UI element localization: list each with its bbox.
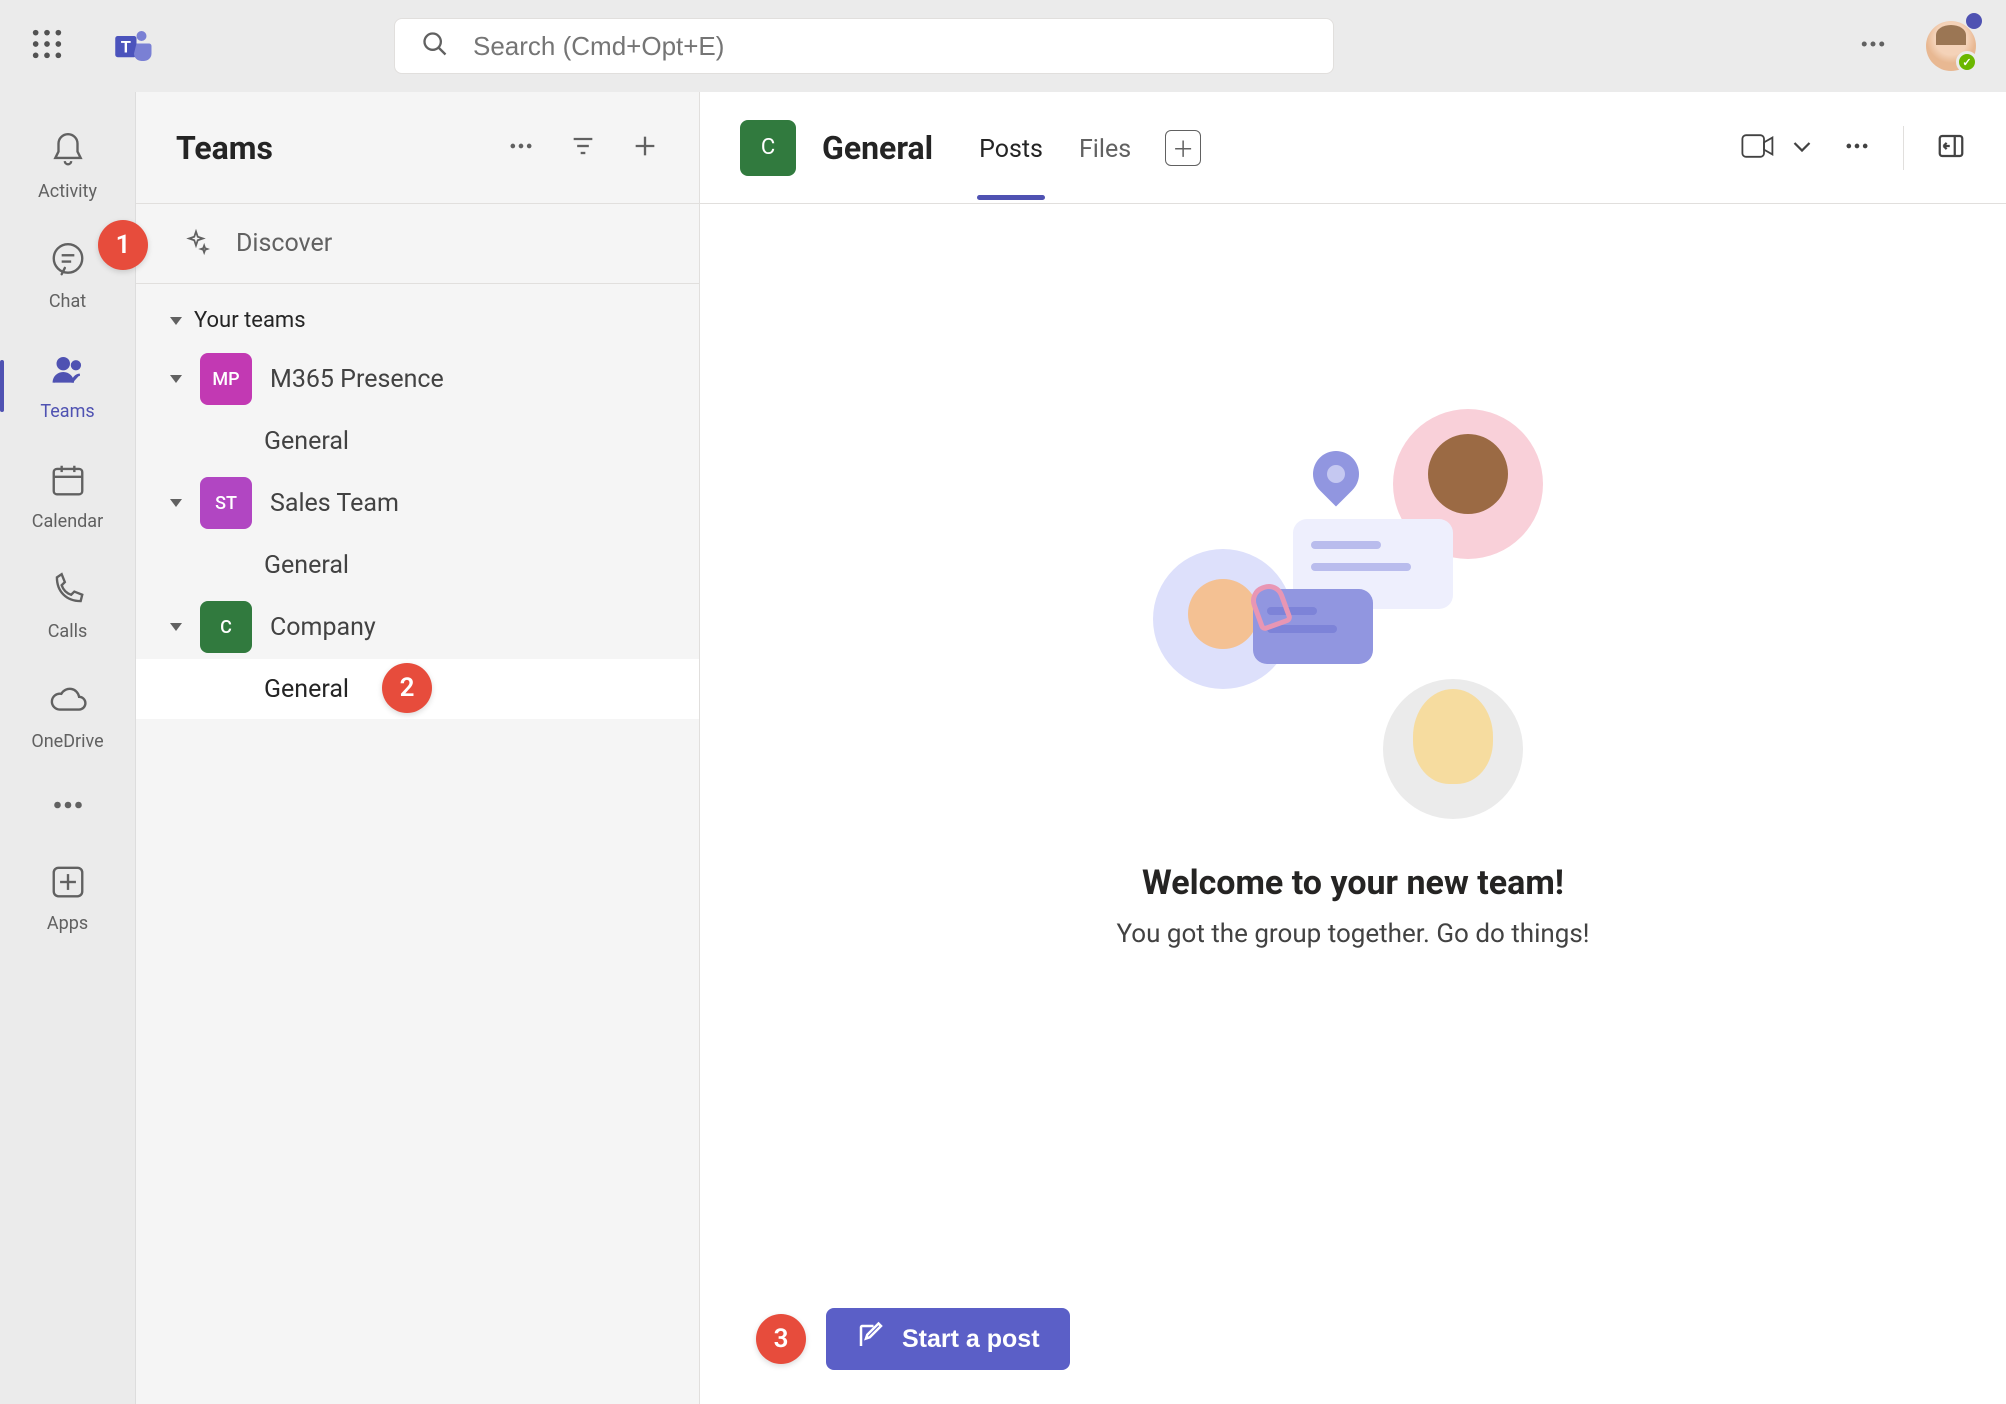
channel-general-company[interactable]: General 2 bbox=[136, 659, 699, 719]
welcome-illustration bbox=[1153, 409, 1553, 819]
app-launcher-icon[interactable] bbox=[30, 27, 64, 65]
add-team-icon[interactable] bbox=[631, 132, 659, 164]
team-row-company[interactable]: C Company bbox=[136, 595, 699, 659]
rail-calendar-label: Calendar bbox=[32, 511, 103, 532]
svg-text:T: T bbox=[121, 38, 131, 56]
teams-panel: Teams Discover Your teams MP M365 Presen… bbox=[136, 92, 700, 1404]
divider bbox=[1903, 126, 1904, 170]
rail-calendar[interactable]: Calendar bbox=[0, 442, 135, 550]
user-avatar[interactable] bbox=[1926, 21, 1976, 71]
teams-panel-title: Teams bbox=[176, 129, 273, 167]
meet-button[interactable] bbox=[1741, 134, 1819, 162]
search-icon bbox=[421, 30, 449, 62]
annotation-badge-3: 3 bbox=[756, 1314, 806, 1364]
your-teams-label: Your teams bbox=[194, 308, 306, 333]
search-box[interactable] bbox=[394, 18, 1334, 74]
rail-teams-label: Teams bbox=[40, 401, 94, 422]
rail-more[interactable] bbox=[0, 772, 135, 842]
post-bar: 3 Start a post bbox=[700, 1274, 2006, 1404]
top-header: T bbox=[0, 0, 2006, 92]
teams-panel-header: Teams bbox=[136, 92, 699, 204]
welcome-subtitle: You got the group together. Go do things… bbox=[1116, 919, 1589, 949]
teams-icon bbox=[49, 351, 87, 393]
compose-icon bbox=[856, 1321, 886, 1358]
open-pane-icon[interactable] bbox=[1936, 131, 1966, 165]
chevron-down-icon bbox=[170, 375, 182, 383]
your-teams-section: Your teams MP M365 Presence General ST S… bbox=[136, 284, 699, 719]
calendar-icon bbox=[49, 461, 87, 503]
rail-calls[interactable]: Calls bbox=[0, 552, 135, 660]
apps-icon bbox=[49, 863, 87, 905]
channel-tabs: Posts Files bbox=[979, 95, 1131, 200]
rail-activity[interactable]: Activity bbox=[0, 112, 135, 220]
tab-posts[interactable]: Posts bbox=[979, 95, 1043, 200]
welcome-title: Welcome to your new team! bbox=[1142, 863, 1564, 903]
team-name: Sales Team bbox=[270, 489, 399, 518]
chat-icon bbox=[49, 241, 87, 283]
rail-activity-label: Activity bbox=[38, 181, 97, 202]
channel-avatar: C bbox=[740, 120, 796, 176]
team-row-m365[interactable]: MP M365 Presence bbox=[136, 347, 699, 411]
plus-icon: ＋ bbox=[1172, 132, 1194, 164]
chevron-down-icon bbox=[170, 499, 182, 507]
team-name: M365 Presence bbox=[270, 365, 444, 394]
add-tab-button[interactable]: ＋ bbox=[1165, 130, 1201, 166]
rail-calls-label: Calls bbox=[48, 621, 88, 642]
teams-more-icon[interactable] bbox=[507, 132, 535, 164]
start-post-label: Start a post bbox=[902, 1325, 1040, 1354]
notification-dot-icon bbox=[1966, 13, 1982, 29]
filter-icon[interactable] bbox=[569, 132, 597, 164]
discover-row[interactable]: Discover bbox=[136, 204, 699, 284]
search-input[interactable] bbox=[473, 31, 1307, 62]
chevron-down-icon bbox=[1785, 134, 1819, 162]
sparkle-icon bbox=[182, 228, 210, 260]
discover-label: Discover bbox=[236, 229, 332, 258]
channel-more-icon[interactable] bbox=[1843, 132, 1871, 164]
channel-name: General bbox=[822, 129, 933, 167]
chevron-down-icon bbox=[170, 317, 182, 325]
main-area: C General Posts Files ＋ bbox=[700, 92, 2006, 1404]
start-post-button[interactable]: Start a post bbox=[826, 1308, 1070, 1370]
phone-icon bbox=[49, 571, 87, 613]
rail-apps[interactable]: Apps bbox=[0, 844, 135, 952]
team-avatar: MP bbox=[200, 353, 252, 405]
channel-general-m365[interactable]: General bbox=[136, 411, 699, 471]
tab-files[interactable]: Files bbox=[1079, 95, 1131, 200]
rail-onedrive[interactable]: OneDrive bbox=[0, 662, 135, 770]
rail-chat-label: Chat bbox=[49, 291, 86, 312]
team-row-sales[interactable]: ST Sales Team bbox=[136, 471, 699, 535]
video-icon bbox=[1741, 134, 1775, 162]
app-rail: Activity Chat Teams Calendar Calls OneDr… bbox=[0, 92, 136, 1404]
more-icon bbox=[50, 786, 86, 828]
team-avatar: ST bbox=[200, 477, 252, 529]
team-name: Company bbox=[270, 613, 376, 642]
channel-label: General bbox=[264, 675, 349, 704]
header-more-icon[interactable] bbox=[1858, 29, 1888, 63]
your-teams-header[interactable]: Your teams bbox=[136, 308, 699, 347]
team-avatar: C bbox=[200, 601, 252, 653]
welcome-area: Welcome to your new team! You got the gr… bbox=[700, 204, 2006, 1274]
teams-logo-icon: T bbox=[114, 26, 154, 66]
rail-apps-label: Apps bbox=[47, 913, 88, 934]
annotation-badge-2: 2 bbox=[382, 663, 432, 713]
rail-teams[interactable]: Teams bbox=[0, 332, 135, 440]
presence-available-icon bbox=[1956, 51, 1978, 73]
cloud-icon bbox=[49, 681, 87, 723]
chevron-down-icon bbox=[170, 623, 182, 631]
channel-general-sales[interactable]: General bbox=[136, 535, 699, 595]
rail-onedrive-label: OneDrive bbox=[31, 731, 103, 752]
channel-header: C General Posts Files ＋ bbox=[700, 92, 2006, 204]
bell-icon bbox=[49, 131, 87, 173]
annotation-badge-1: 1 bbox=[98, 220, 148, 270]
